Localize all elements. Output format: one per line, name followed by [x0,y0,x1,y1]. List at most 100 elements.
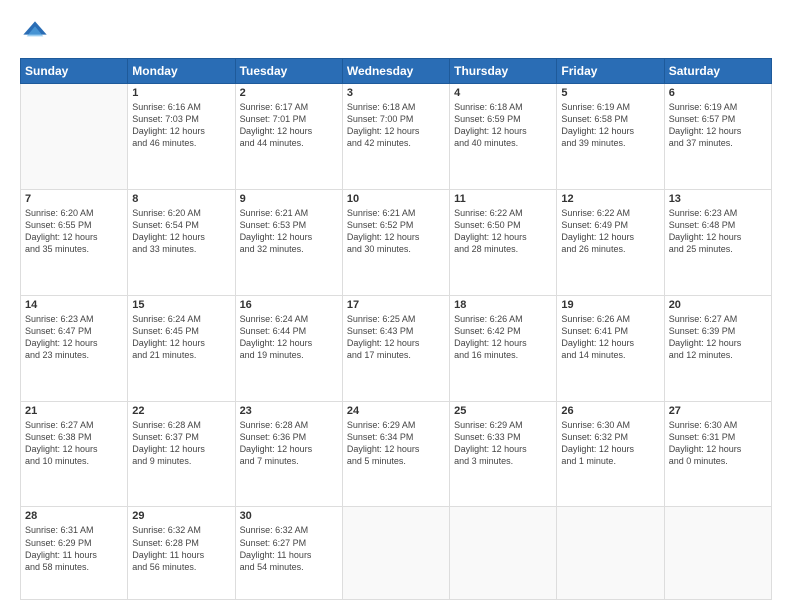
day-number: 19 [561,299,659,311]
day-info: Sunrise: 6:18 AM Sunset: 7:00 PM Dayligh… [347,101,445,150]
calendar-cell [664,507,771,600]
calendar-cell: 2 Sunrise: 6:17 AM Sunset: 7:01 PM Daylig… [235,84,342,190]
day-number: 26 [561,405,659,417]
logo [20,18,54,48]
calendar-cell: 7 Sunrise: 6:20 AM Sunset: 6:55 PM Daylig… [21,189,128,295]
week-row-1: 1 Sunrise: 6:16 AM Sunset: 7:03 PM Daylig… [21,84,772,190]
day-number: 16 [240,299,338,311]
calendar-cell [450,507,557,600]
day-number: 27 [669,405,767,417]
logo-icon [20,18,50,48]
day-info: Sunrise: 6:28 AM Sunset: 6:36 PM Dayligh… [240,419,338,468]
day-info: Sunrise: 6:30 AM Sunset: 6:32 PM Dayligh… [561,419,659,468]
day-number: 25 [454,405,552,417]
day-number: 13 [669,193,767,205]
weekday-header-thursday: Thursday [450,59,557,84]
day-info: Sunrise: 6:25 AM Sunset: 6:43 PM Dayligh… [347,313,445,362]
calendar-cell: 19 Sunrise: 6:26 AM Sunset: 6:41 PM Dayli… [557,295,664,401]
day-info: Sunrise: 6:23 AM Sunset: 6:47 PM Dayligh… [25,313,123,362]
day-number: 10 [347,193,445,205]
week-row-4: 21 Sunrise: 6:27 AM Sunset: 6:38 PM Dayli… [21,401,772,507]
day-info: Sunrise: 6:32 AM Sunset: 6:27 PM Dayligh… [240,524,338,573]
calendar-cell: 28 Sunrise: 6:31 AM Sunset: 6:29 PM Dayli… [21,507,128,600]
day-info: Sunrise: 6:24 AM Sunset: 6:45 PM Dayligh… [132,313,230,362]
day-info: Sunrise: 6:26 AM Sunset: 6:42 PM Dayligh… [454,313,552,362]
day-number: 29 [132,510,230,522]
day-number: 1 [132,87,230,99]
day-info: Sunrise: 6:24 AM Sunset: 6:44 PM Dayligh… [240,313,338,362]
calendar-cell: 20 Sunrise: 6:27 AM Sunset: 6:39 PM Dayli… [664,295,771,401]
day-info: Sunrise: 6:28 AM Sunset: 6:37 PM Dayligh… [132,419,230,468]
day-info: Sunrise: 6:27 AM Sunset: 6:39 PM Dayligh… [669,313,767,362]
calendar-cell: 29Sunrise: 6:32 AM Sunset: 6:28 PM Dayli… [128,507,235,600]
day-info: Sunrise: 6:27 AM Sunset: 6:38 PM Dayligh… [25,419,123,468]
calendar-cell: 16 Sunrise: 6:24 AM Sunset: 6:44 PM Dayli… [235,295,342,401]
day-number: 2 [240,87,338,99]
day-info: Sunrise: 6:20 AM Sunset: 6:54 PM Dayligh… [132,207,230,256]
calendar-cell: 9 Sunrise: 6:21 AM Sunset: 6:53 PM Daylig… [235,189,342,295]
day-number: 30 [240,510,338,522]
day-number: 14 [25,299,123,311]
calendar-cell: 10Sunrise: 6:21 AM Sunset: 6:52 PM Dayli… [342,189,449,295]
day-number: 12 [561,193,659,205]
day-number: 15 [132,299,230,311]
day-number: 23 [240,405,338,417]
page: SundayMondayTuesdayWednesdayThursdayFrid… [0,0,792,612]
calendar-cell: 21 Sunrise: 6:27 AM Sunset: 6:38 PM Dayli… [21,401,128,507]
calendar-cell: 5 Sunrise: 6:19 AM Sunset: 6:58 PM Daylig… [557,84,664,190]
day-number: 28 [25,510,123,522]
day-info: Sunrise: 6:22 AM Sunset: 6:50 PM Dayligh… [454,207,552,256]
calendar-cell: 6Sunrise: 6:19 AM Sunset: 6:57 PM Daylig… [664,84,771,190]
day-info: Sunrise: 6:29 AM Sunset: 6:34 PM Dayligh… [347,419,445,468]
day-number: 11 [454,193,552,205]
day-info: Sunrise: 6:21 AM Sunset: 6:53 PM Dayligh… [240,207,338,256]
weekday-header-saturday: Saturday [664,59,771,84]
calendar-cell: 25Sunrise: 6:29 AM Sunset: 6:33 PM Dayli… [450,401,557,507]
day-info: Sunrise: 6:17 AM Sunset: 7:01 PM Dayligh… [240,101,338,150]
week-row-3: 14 Sunrise: 6:23 AM Sunset: 6:47 PM Dayli… [21,295,772,401]
day-info: Sunrise: 6:16 AM Sunset: 7:03 PM Dayligh… [132,101,230,150]
calendar-table: SundayMondayTuesdayWednesdayThursdayFrid… [20,58,772,600]
calendar-cell: 3 Sunrise: 6:18 AM Sunset: 7:00 PM Daylig… [342,84,449,190]
calendar-cell: 1 Sunrise: 6:16 AM Sunset: 7:03 PM Daylig… [128,84,235,190]
day-number: 8 [132,193,230,205]
day-number: 5 [561,87,659,99]
day-number: 17 [347,299,445,311]
day-number: 18 [454,299,552,311]
day-number: 4 [454,87,552,99]
calendar-cell: 8 Sunrise: 6:20 AM Sunset: 6:54 PM Daylig… [128,189,235,295]
calendar-cell: 15 Sunrise: 6:24 AM Sunset: 6:45 PM Dayli… [128,295,235,401]
day-info: Sunrise: 6:30 AM Sunset: 6:31 PM Dayligh… [669,419,767,468]
day-info: Sunrise: 6:19 AM Sunset: 6:58 PM Dayligh… [561,101,659,150]
weekday-header-row: SundayMondayTuesdayWednesdayThursdayFrid… [21,59,772,84]
calendar-cell: 14 Sunrise: 6:23 AM Sunset: 6:47 PM Dayli… [21,295,128,401]
day-info: Sunrise: 6:20 AM Sunset: 6:55 PM Dayligh… [25,207,123,256]
day-info: Sunrise: 6:31 AM Sunset: 6:29 PM Dayligh… [25,524,123,573]
day-info: Sunrise: 6:26 AM Sunset: 6:41 PM Dayligh… [561,313,659,362]
day-number: 7 [25,193,123,205]
week-row-2: 7 Sunrise: 6:20 AM Sunset: 6:55 PM Daylig… [21,189,772,295]
day-number: 9 [240,193,338,205]
calendar-cell: 11 Sunrise: 6:22 AM Sunset: 6:50 PM Dayli… [450,189,557,295]
header [20,18,772,48]
day-number: 3 [347,87,445,99]
calendar-cell: 26 Sunrise: 6:30 AM Sunset: 6:32 PM Dayli… [557,401,664,507]
day-number: 20 [669,299,767,311]
calendar-cell: 30 Sunrise: 6:32 AM Sunset: 6:27 PM Dayli… [235,507,342,600]
day-number: 21 [25,405,123,417]
calendar-cell [557,507,664,600]
week-row-5: 28 Sunrise: 6:31 AM Sunset: 6:29 PM Dayli… [21,507,772,600]
day-number: 22 [132,405,230,417]
day-info: Sunrise: 6:19 AM Sunset: 6:57 PM Dayligh… [669,101,767,150]
weekday-header-sunday: Sunday [21,59,128,84]
calendar-cell [21,84,128,190]
day-info: Sunrise: 6:22 AM Sunset: 6:49 PM Dayligh… [561,207,659,256]
calendar-cell: 23 Sunrise: 6:28 AM Sunset: 6:36 PM Dayli… [235,401,342,507]
day-info: Sunrise: 6:18 AM Sunset: 6:59 PM Dayligh… [454,101,552,150]
calendar-cell: 4 Sunrise: 6:18 AM Sunset: 6:59 PM Daylig… [450,84,557,190]
calendar-cell: 13Sunrise: 6:23 AM Sunset: 6:48 PM Dayli… [664,189,771,295]
day-number: 24 [347,405,445,417]
calendar-cell [342,507,449,600]
weekday-header-monday: Monday [128,59,235,84]
calendar-cell: 12 Sunrise: 6:22 AM Sunset: 6:49 PM Dayli… [557,189,664,295]
